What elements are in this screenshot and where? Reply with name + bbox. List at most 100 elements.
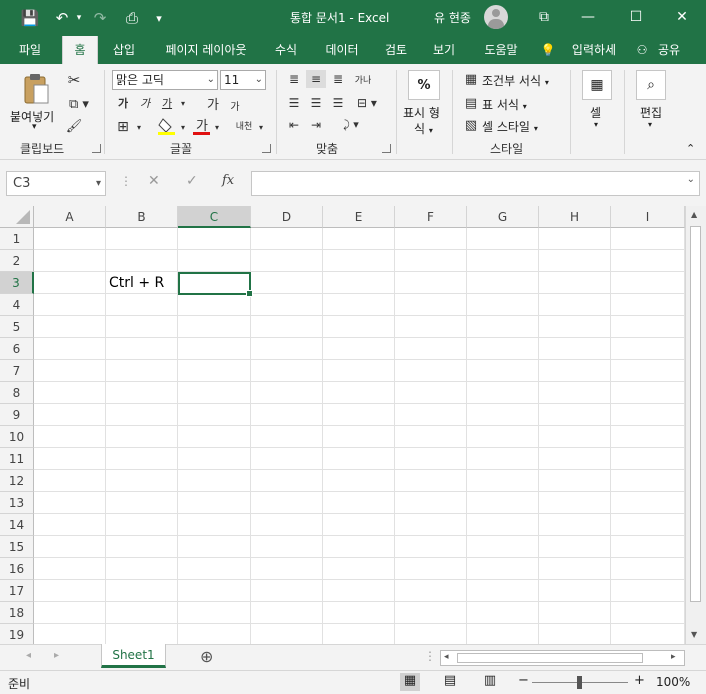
row-header-5[interactable]: 5 — [0, 316, 34, 338]
ribbon-display-options-icon[interactable]: ⧉ — [522, 0, 566, 34]
save-icon[interactable]: 💾 — [18, 6, 42, 30]
scroll-right-icon[interactable]: ▸ — [671, 652, 676, 662]
cells-icon[interactable]: ▦ — [582, 70, 612, 100]
orientation-icon[interactable]: 가나 — [352, 70, 374, 88]
clipboard-dialog-launcher-icon[interactable] — [92, 144, 101, 153]
close-button[interactable]: ✕ — [660, 0, 704, 34]
collapse-ribbon-icon[interactable]: ⌃ — [686, 142, 695, 155]
split-handle-icon[interactable]: ⋮ — [424, 649, 436, 663]
column-header-h[interactable]: H — [539, 206, 611, 228]
paste-dropdown-icon[interactable]: ▾ — [32, 122, 37, 132]
zoom-slider-thumb[interactable] — [577, 676, 582, 689]
copy-icon[interactable]: ⧉ ▾ — [64, 94, 94, 114]
row-header-7[interactable]: 7 — [0, 360, 34, 382]
scroll-up-icon[interactable]: ▲ — [691, 210, 697, 219]
font-color-dropdown-icon[interactable]: ▾ — [212, 118, 222, 136]
tab-file[interactable]: 파일 — [8, 36, 52, 64]
row-header-10[interactable]: 10 — [0, 426, 34, 448]
row-header-15[interactable]: 15 — [0, 536, 34, 558]
format-as-table-button[interactable]: 표 서식 ▾ — [482, 96, 527, 113]
row-header-2[interactable]: 2 — [0, 250, 34, 272]
increase-indent-icon[interactable]: ⇥ — [306, 116, 326, 134]
column-header-d[interactable]: D — [251, 206, 323, 228]
row-header-13[interactable]: 13 — [0, 492, 34, 514]
row-header-14[interactable]: 14 — [0, 514, 34, 536]
print-preview-icon[interactable]: ⎙ — [120, 6, 144, 30]
font-size-select[interactable]: 11 ⌄ — [220, 70, 266, 90]
prev-sheet-icon[interactable]: ◂ — [26, 650, 31, 661]
row-header-17[interactable]: 17 — [0, 580, 34, 602]
page-break-view-icon[interactable]: ▥ — [480, 673, 500, 691]
number-format-label-line2[interactable]: 식 ▾ — [414, 120, 433, 137]
lightbulb-icon[interactable]: 💡 — [540, 36, 556, 64]
merge-center-icon[interactable]: ⊟ ▾ — [352, 94, 382, 112]
tab-help[interactable]: 도움말 — [474, 36, 528, 64]
font-dialog-launcher-icon[interactable] — [262, 144, 271, 153]
page-layout-view-icon[interactable]: ▤ — [440, 673, 460, 691]
vertical-scrollbar[interactable]: ▲ ▼ — [685, 206, 706, 644]
font-color-button[interactable]: 가 — [192, 114, 212, 134]
next-sheet-icon[interactable]: ▸ — [54, 650, 59, 661]
grow-font-button[interactable]: 가 — [202, 94, 224, 113]
zoom-out-button[interactable]: − — [518, 673, 529, 688]
normal-view-icon[interactable]: ▦ — [400, 673, 420, 691]
undo-dropdown-icon[interactable]: ▾ — [72, 6, 86, 30]
underline-button[interactable]: 가 — [158, 94, 176, 112]
borders-icon[interactable]: ⊞ — [114, 118, 132, 136]
zoom-level[interactable]: 100% — [656, 675, 690, 689]
editing-dropdown-icon[interactable]: ▾ — [648, 120, 652, 129]
tab-view[interactable]: 보기 — [424, 36, 464, 64]
user-name[interactable]: 유 현종 — [434, 9, 471, 26]
zoom-in-button[interactable]: + — [634, 673, 645, 688]
row-header-1[interactable]: 1 — [0, 228, 34, 250]
tab-insert[interactable]: 삽입 — [104, 36, 144, 64]
editing-search-icon[interactable]: ⌕ — [636, 70, 666, 100]
format-painter-icon[interactable]: 🖌 — [64, 116, 84, 136]
tab-page-layout[interactable]: 페이지 레이아웃 — [154, 36, 258, 64]
wrap-text-icon[interactable]: ⤸ ▾ — [336, 116, 366, 134]
column-header-c[interactable]: C — [178, 206, 251, 228]
editing-button[interactable]: 편집 — [640, 104, 662, 121]
row-header-18[interactable]: 18 — [0, 602, 34, 624]
fill-color-dropdown-icon[interactable]: ▾ — [178, 118, 188, 136]
number-format-percent-icon[interactable]: % — [408, 70, 440, 100]
tab-home[interactable]: 홈 — [62, 36, 98, 64]
cell-styles-icon[interactable]: ▧ — [462, 116, 480, 134]
formula-input[interactable]: ⌄ — [251, 171, 700, 196]
undo-icon[interactable]: ↶ — [50, 6, 74, 30]
tab-data[interactable]: 데이터 — [316, 36, 368, 64]
italic-button[interactable]: 가 — [136, 94, 154, 112]
row-header-16[interactable]: 16 — [0, 558, 34, 580]
conditional-formatting-icon[interactable]: ▦ — [462, 70, 480, 88]
alignment-dialog-launcher-icon[interactable] — [382, 144, 391, 153]
align-left-icon[interactable]: ☰ — [284, 94, 304, 112]
column-header-b[interactable]: B — [106, 206, 178, 228]
cell-b3[interactable]: Ctrl + R — [106, 272, 164, 294]
cells-dropdown-icon[interactable]: ▾ — [594, 120, 598, 129]
tell-me-search[interactable]: 입력하세 — [566, 36, 622, 64]
cells-button[interactable]: 셀 — [590, 104, 601, 121]
row-header-4[interactable]: 4 — [0, 294, 34, 316]
enter-icon[interactable]: ✓ — [186, 173, 198, 189]
paste-icon[interactable] — [20, 72, 52, 106]
row-header-3[interactable]: 3 — [0, 272, 34, 294]
vertical-scroll-thumb[interactable] — [690, 226, 701, 602]
format-as-table-icon[interactable]: ▤ — [462, 94, 480, 112]
horizontal-scrollbar[interactable]: ◂ ▸ — [440, 650, 685, 666]
conditional-formatting-button[interactable]: 조건부 서식 ▾ — [482, 72, 549, 89]
tab-review[interactable]: 검토 — [376, 36, 416, 64]
row-header-12[interactable]: 12 — [0, 470, 34, 492]
more-options-icon[interactable]: ⋮ — [120, 174, 132, 188]
horizontal-scroll-thumb[interactable] — [457, 653, 643, 663]
add-sheet-icon[interactable]: ⊕ — [200, 647, 213, 666]
cell-styles-button[interactable]: 셀 스타일 ▾ — [482, 118, 538, 135]
borders-dropdown-icon[interactable]: ▾ — [134, 118, 144, 136]
phonetic-dropdown-icon[interactable]: ▾ — [256, 118, 266, 136]
column-header-f[interactable]: F — [395, 206, 467, 228]
align-bottom-icon[interactable]: ≣ — [328, 70, 348, 88]
underline-dropdown-icon[interactable]: ▾ — [178, 94, 188, 112]
align-center-icon[interactable]: ☰ — [306, 94, 326, 112]
name-box[interactable]: C3 ▾ — [6, 171, 106, 196]
row-header-8[interactable]: 8 — [0, 382, 34, 404]
scroll-left-icon[interactable]: ◂ — [444, 652, 449, 662]
